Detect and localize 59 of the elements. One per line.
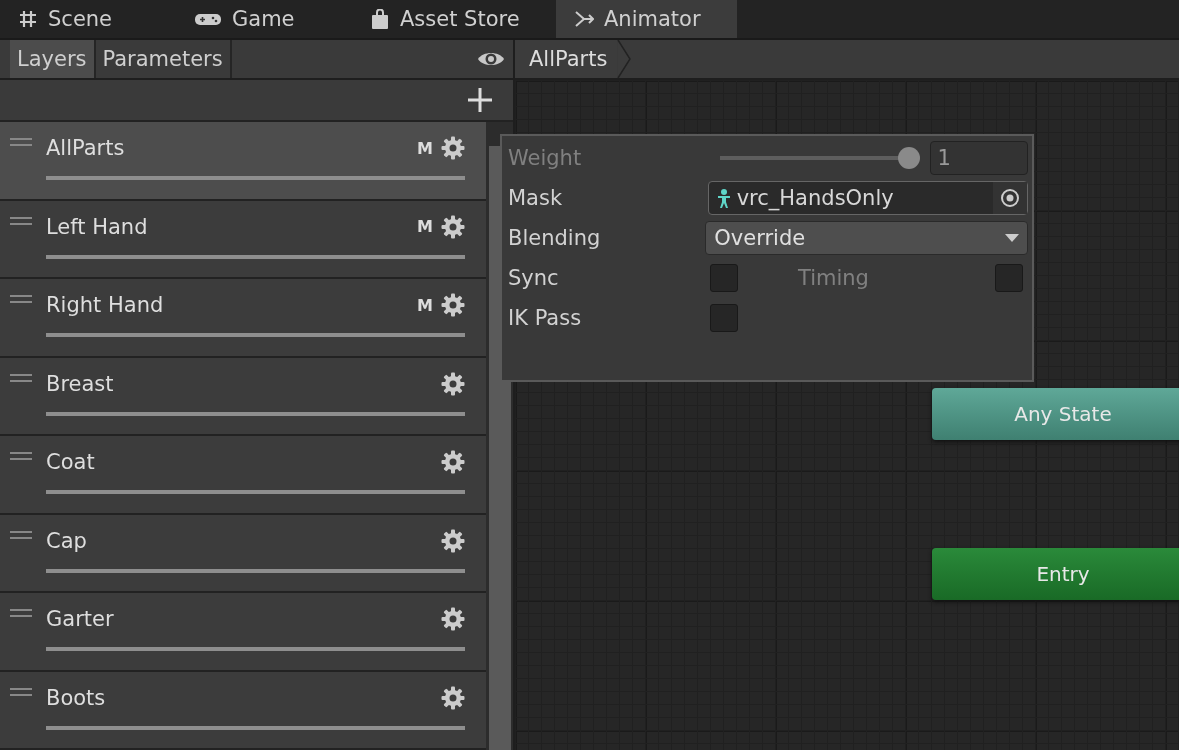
mask-label: M bbox=[417, 295, 433, 315]
layer-row[interactable]: Breast bbox=[0, 357, 486, 436]
drag-handle-icon bbox=[10, 687, 32, 696]
add-icon[interactable] bbox=[467, 87, 493, 113]
layer-name: Boots bbox=[46, 685, 106, 710]
object-field[interactable]: vrc_HandsOnly bbox=[707, 180, 1028, 215]
layer-row[interactable]: Garter bbox=[0, 593, 486, 672]
settings-icon[interactable] bbox=[441, 450, 465, 474]
window-tab[interactable]: Scene bbox=[0, 0, 176, 38]
settings-icon[interactable] bbox=[441, 136, 465, 160]
layer-row[interactable]: Cap bbox=[0, 514, 486, 593]
window-tab[interactable]: Game bbox=[176, 0, 352, 38]
panel-tab[interactable]: Layers bbox=[10, 40, 96, 78]
checkbox[interactable] bbox=[710, 303, 738, 332]
fork-arrow-icon bbox=[574, 9, 594, 29]
window-tab[interactable]: Animator bbox=[556, 0, 737, 38]
layer-row[interactable]: Boots bbox=[0, 671, 486, 750]
layer-row[interactable]: Coat bbox=[0, 436, 486, 515]
layer-name: Garter bbox=[46, 607, 114, 631]
checkbox[interactable] bbox=[710, 263, 738, 292]
dropdown-arrow-icon bbox=[1005, 233, 1019, 242]
layer-name: Cap bbox=[46, 528, 87, 553]
drag-handle-icon bbox=[10, 216, 32, 225]
field-label: Sync bbox=[508, 265, 560, 290]
layer-name: Coat bbox=[46, 450, 95, 474]
drag-handle-icon bbox=[10, 373, 32, 382]
drag-handle-icon bbox=[10, 138, 32, 146]
panel-tab[interactable]: Parameters bbox=[95, 40, 232, 78]
settings-icon[interactable] bbox=[441, 528, 465, 553]
settings-icon[interactable] bbox=[441, 607, 465, 631]
window-tab[interactable]: Asset Store bbox=[352, 0, 556, 38]
layer-name: Right Hand bbox=[46, 293, 164, 317]
layer-name: Left Hand bbox=[46, 214, 148, 239]
settings-icon[interactable] bbox=[441, 371, 465, 396]
layer-name: Breast bbox=[46, 371, 114, 396]
drag-handle-icon bbox=[10, 295, 32, 303]
settings-icon[interactable] bbox=[441, 214, 465, 239]
layer-name: AllParts bbox=[46, 136, 125, 160]
grid-icon bbox=[18, 9, 38, 29]
drag-handle-icon bbox=[10, 452, 32, 460]
mask-label: M bbox=[417, 138, 433, 158]
layer-row[interactable]: Left Hand M bbox=[0, 200, 486, 279]
drag-handle-icon bbox=[10, 609, 32, 617]
settings-icon[interactable] bbox=[441, 293, 465, 317]
state-node[interactable]: Entry bbox=[932, 548, 1179, 600]
field-label: Weight bbox=[508, 145, 583, 170]
shopping-bag-icon bbox=[370, 9, 390, 29]
field-label: Mask bbox=[508, 185, 564, 210]
settings-icon[interactable] bbox=[441, 685, 465, 710]
field-label: IK Pass bbox=[508, 305, 583, 330]
drag-handle-icon bbox=[10, 530, 32, 539]
layer-row[interactable]: Right Hand M bbox=[0, 279, 486, 358]
mask-label: M bbox=[417, 217, 433, 236]
target-icon bbox=[1000, 187, 1020, 208]
field-label: Blending bbox=[508, 225, 602, 250]
field-label: Timing bbox=[798, 265, 869, 290]
blending-dropdown[interactable]: Override bbox=[705, 220, 1028, 255]
layer-row[interactable]: AllParts M bbox=[0, 122, 486, 201]
eye-icon[interactable] bbox=[477, 50, 505, 68]
